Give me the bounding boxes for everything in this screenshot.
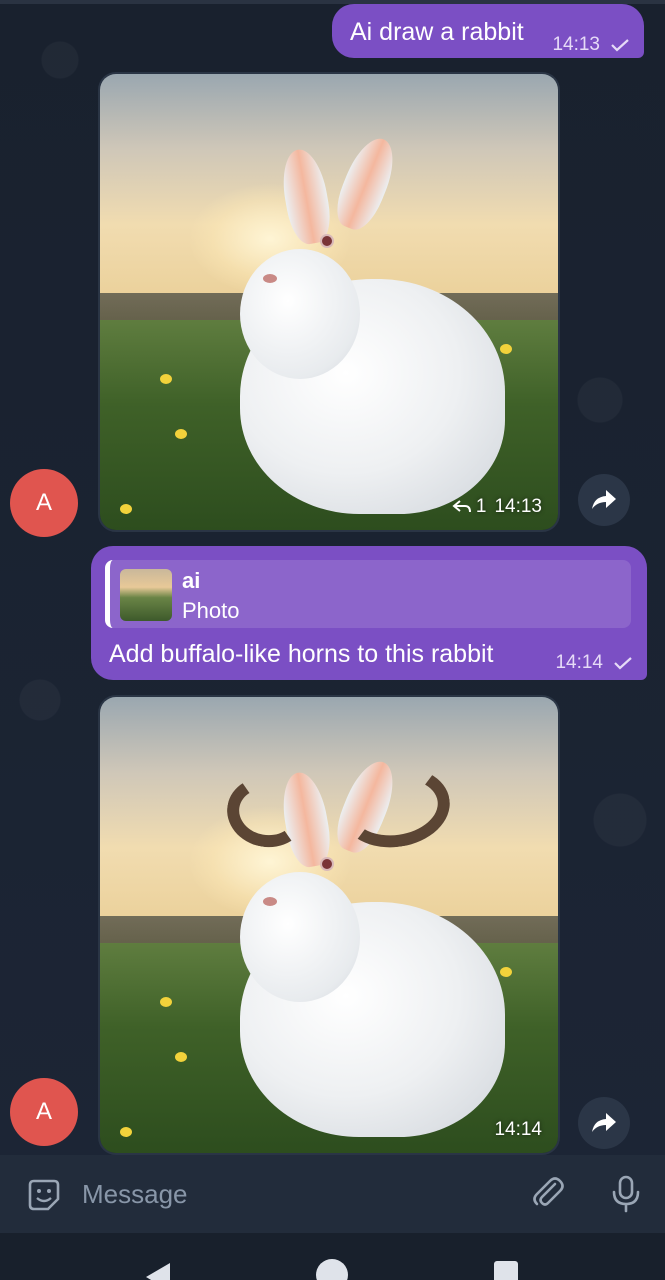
image-time: 14:14 [494,1119,542,1140]
image-message[interactable]: 14:14 [98,695,560,1155]
system-nav-bar [0,1233,665,1280]
message-time: 14:14 [555,652,603,673]
share-icon [592,1113,616,1132]
sticker-icon[interactable] [24,1175,64,1215]
nav-home-icon[interactable] [316,1259,348,1280]
rabbit-photo [100,74,558,530]
reply-count[interactable]: 1 [452,496,487,518]
reply-text: Photo [182,598,240,623]
avatar[interactable]: A [10,1078,78,1146]
reply-thumbnail [120,569,172,621]
image-meta: 14:14 [494,1119,542,1141]
reply-icon [452,500,471,513]
message-text: Ai draw a rabbit [350,18,524,46]
avatar[interactable]: A [10,469,78,537]
share-icon [592,490,616,509]
image-message[interactable]: 1 14:13 [98,72,560,532]
nav-back-icon[interactable] [146,1263,170,1280]
image-time: 14:13 [494,496,542,517]
outgoing-message-reply[interactable]: ai Photo Add buffalo-like horns to this … [91,546,647,680]
nav-recent-icon[interactable] [494,1261,518,1280]
horned-rabbit-photo [100,697,558,1153]
message-text: Add buffalo-like horns to this rabbit [109,640,494,668]
share-button[interactable] [578,1097,630,1149]
message-meta: 14:14 [555,652,633,674]
check-icon [614,657,632,670]
check-icon [611,39,629,52]
message-input[interactable] [82,1173,502,1215]
image-meta: 1 14:13 [452,496,542,518]
share-button[interactable] [578,474,630,526]
outgoing-message[interactable]: Ai draw a rabbit 14:13 [332,4,644,58]
attach-icon[interactable] [528,1173,568,1213]
reply-author: ai [182,568,201,593]
message-time: 14:13 [552,34,600,55]
reply-preview[interactable]: ai Photo [105,560,631,628]
reply-count-value: 1 [475,496,487,517]
composer-bar [0,1155,665,1233]
message-meta: 14:13 [552,34,630,56]
mic-icon[interactable] [606,1173,646,1213]
